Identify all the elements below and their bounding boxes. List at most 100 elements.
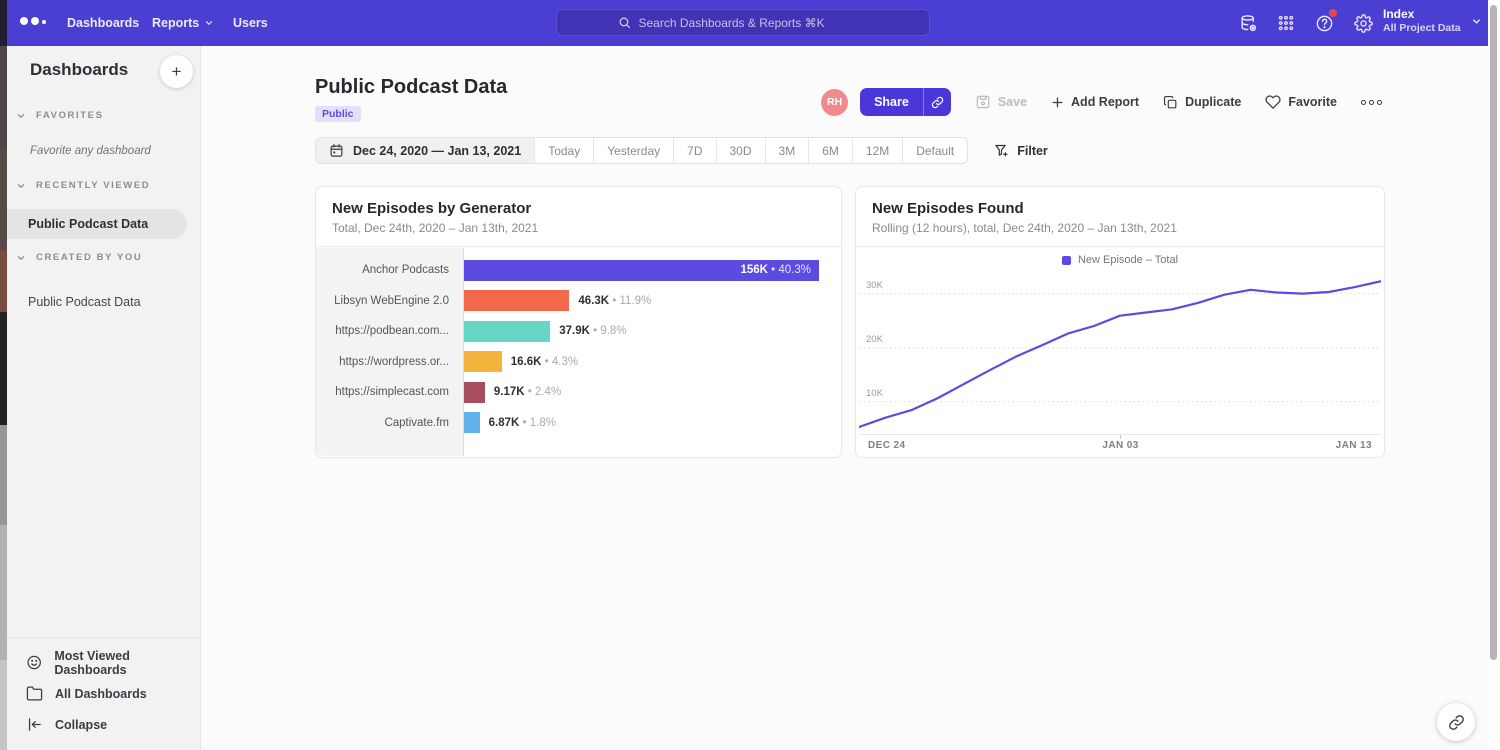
preset-7d[interactable]: 7D bbox=[674, 138, 716, 163]
main-content: Public Podcast Data Public RH Share Save… bbox=[201, 46, 1488, 750]
search-icon bbox=[618, 16, 631, 29]
bar-chart-card[interactable]: New Episodes by Generator Total, Dec 24t… bbox=[315, 186, 842, 458]
preset-30d[interactable]: 30D bbox=[717, 138, 766, 163]
avatar[interactable]: RH bbox=[821, 89, 848, 116]
share-split-button[interactable]: Share bbox=[860, 88, 951, 116]
folder-icon bbox=[26, 685, 43, 702]
section-favorites[interactable]: FAVORITES bbox=[7, 110, 104, 121]
section-created-by-you[interactable]: CREATED BY YOU bbox=[7, 252, 142, 263]
x-tick-label: DEC 24 bbox=[868, 440, 905, 451]
chevron-down-icon bbox=[1471, 16, 1482, 27]
bar[interactable]: 156K • 40.3% bbox=[464, 260, 819, 281]
y-tick-label: 20K bbox=[866, 334, 883, 345]
x-axis-line bbox=[859, 434, 1381, 435]
y-tick-label: 10K bbox=[866, 388, 883, 399]
sidebar-item-public-podcast-data-created[interactable]: Public Podcast Data bbox=[7, 287, 187, 317]
search-input[interactable] bbox=[639, 16, 869, 30]
section-favorites-label: FAVORITES bbox=[36, 110, 104, 121]
x-axis-labels: DEC 24 JAN 03 JAN 13 bbox=[868, 440, 1372, 451]
card-subtitle: Total, Dec 24th, 2020 – Jan 13th, 2021 bbox=[332, 221, 825, 235]
copy-icon bbox=[1163, 95, 1178, 110]
collapse-icon bbox=[26, 716, 43, 733]
mixpanel-logo-icon[interactable] bbox=[20, 17, 46, 25]
bar-row[interactable]: Captivate.fm6.87K • 1.8% bbox=[316, 408, 841, 439]
x-tick-label: JAN 13 bbox=[1336, 440, 1372, 451]
favorite-button[interactable]: Favorite bbox=[1265, 94, 1337, 110]
duplicate-label: Duplicate bbox=[1185, 95, 1241, 109]
section-recently-viewed[interactable]: RECENTLY VIEWED bbox=[7, 180, 150, 191]
plus-icon bbox=[1051, 96, 1064, 109]
bar[interactable] bbox=[464, 382, 485, 403]
bar-value-label: 16.6K • 4.3% bbox=[511, 356, 578, 368]
filter-button[interactable]: Filter bbox=[994, 143, 1048, 158]
save-icon bbox=[975, 94, 991, 110]
floating-copy-link-button[interactable] bbox=[1437, 703, 1475, 741]
bar[interactable] bbox=[464, 412, 480, 433]
preset-12m[interactable]: 12M bbox=[853, 138, 903, 163]
bar-row[interactable]: Libsyn WebEngine 2.046.3K • 11.9% bbox=[316, 286, 841, 317]
date-range-label: Dec 24, 2020 — Jan 13, 2021 bbox=[353, 144, 521, 158]
nav-users-label: Users bbox=[233, 16, 268, 30]
date-range-picker[interactable]: Dec 24, 2020 — Jan 13, 2021 bbox=[316, 138, 535, 163]
more-options-button[interactable] bbox=[1361, 100, 1382, 105]
scrollbar-thumb[interactable] bbox=[1490, 5, 1497, 660]
x-tick-label: JAN 03 bbox=[1102, 440, 1138, 451]
add-report-label: Add Report bbox=[1071, 95, 1139, 109]
nav-reports[interactable]: Reports bbox=[152, 0, 214, 46]
add-report-button[interactable]: Add Report bbox=[1051, 95, 1139, 109]
bar-row[interactable]: https://simplecast.com9.17K • 2.4% bbox=[316, 377, 841, 408]
line-chart-card[interactable]: New Episodes Found Rolling (12 hours), t… bbox=[855, 186, 1385, 458]
sidebar-item-public-podcast-data[interactable]: Public Podcast Data bbox=[7, 209, 187, 239]
page-title: Public Podcast Data bbox=[315, 76, 507, 99]
page-scrollbar[interactable] bbox=[1488, 0, 1500, 750]
bar-track: 156K • 40.3% bbox=[464, 260, 841, 281]
link-icon bbox=[1448, 714, 1465, 731]
bar[interactable] bbox=[464, 290, 569, 311]
chevron-down-icon bbox=[16, 111, 26, 121]
smiley-icon bbox=[26, 654, 42, 671]
preset-yesterday[interactable]: Yesterday bbox=[594, 138, 674, 163]
all-dashboards-label: All Dashboards bbox=[55, 687, 147, 701]
data-management-icon[interactable] bbox=[1237, 12, 1259, 34]
bar[interactable] bbox=[464, 321, 550, 342]
preset-6m[interactable]: 6M bbox=[809, 138, 853, 163]
preset-3m[interactable]: 3M bbox=[766, 138, 810, 163]
bar-row[interactable]: Anchor Podcasts156K • 40.3% bbox=[316, 255, 841, 286]
bar-category-label: Captivate.fm bbox=[316, 417, 463, 429]
settings-gear-icon[interactable] bbox=[1352, 12, 1374, 34]
chevron-down-icon bbox=[16, 253, 26, 263]
most-viewed-dashboards-button[interactable]: Most Viewed Dashboards bbox=[7, 647, 200, 678]
sidebar: Dashboards + FAVORITES Favorite any dash… bbox=[7, 46, 201, 750]
duplicate-button[interactable]: Duplicate bbox=[1163, 95, 1241, 110]
card-title: New Episodes Found bbox=[872, 200, 1368, 217]
calendar-icon bbox=[329, 143, 344, 158]
filter-funnel-icon bbox=[994, 143, 1009, 158]
nav-dashboards[interactable]: Dashboards bbox=[67, 0, 139, 46]
preset-today[interactable]: Today bbox=[535, 138, 594, 163]
project-switcher[interactable]: Index All Project Data bbox=[1383, 7, 1482, 35]
bar-row[interactable]: https://podbean.com...37.9K • 9.8% bbox=[316, 316, 841, 347]
date-controls: Dec 24, 2020 — Jan 13, 2021 Today Yester… bbox=[315, 137, 1048, 164]
nav-users[interactable]: Users bbox=[233, 0, 268, 46]
bar-track: 9.17K • 2.4% bbox=[464, 382, 841, 403]
global-search[interactable] bbox=[556, 9, 930, 36]
section-recently-viewed-label: RECENTLY VIEWED bbox=[36, 180, 150, 191]
collapse-sidebar-button[interactable]: Collapse bbox=[7, 709, 200, 740]
notification-badge bbox=[1329, 9, 1337, 17]
line-chart-svg bbox=[859, 272, 1381, 436]
chevron-down-icon bbox=[204, 18, 214, 28]
share-button[interactable]: Share bbox=[860, 88, 923, 116]
all-dashboards-button[interactable]: All Dashboards bbox=[7, 678, 200, 709]
bar-row[interactable]: https://wordpress.or...16.6K • 4.3% bbox=[316, 347, 841, 378]
save-button[interactable]: Save bbox=[975, 94, 1027, 110]
copy-link-button[interactable] bbox=[923, 88, 951, 116]
line-series[interactable] bbox=[859, 281, 1381, 427]
apps-grid-icon[interactable] bbox=[1275, 12, 1297, 34]
card-subtitle: Rolling (12 hours), total, Dec 24th, 202… bbox=[872, 221, 1368, 235]
dashboard-actions: RH Share Save Add Report Duplicate Favor… bbox=[821, 88, 1382, 116]
add-dashboard-button[interactable]: + bbox=[160, 55, 193, 88]
bar[interactable] bbox=[464, 351, 502, 372]
legend-label: New Episode – Total bbox=[1078, 254, 1178, 266]
help-icon[interactable] bbox=[1313, 12, 1335, 34]
preset-default[interactable]: Default bbox=[903, 138, 967, 163]
